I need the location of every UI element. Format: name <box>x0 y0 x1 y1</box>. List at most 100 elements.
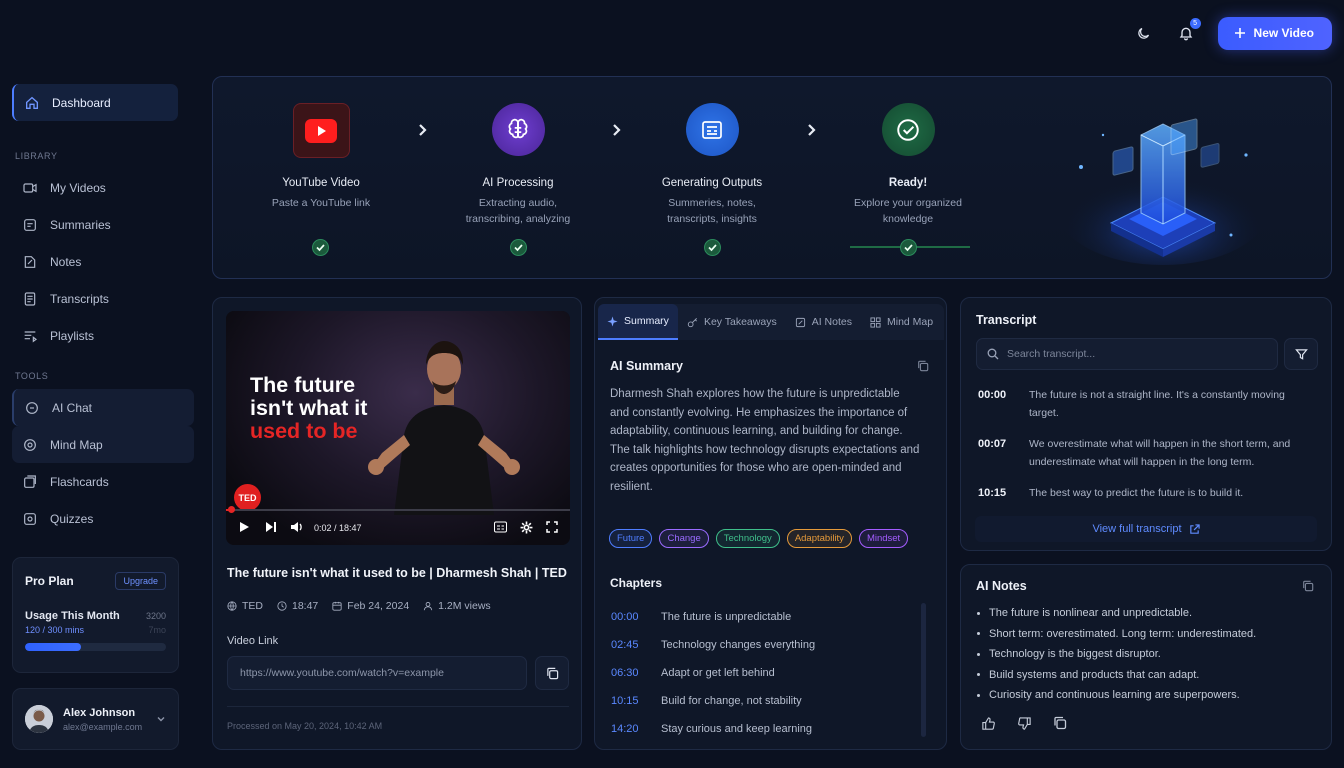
note-icon <box>795 317 805 327</box>
tab-label: Key Takeaways <box>703 316 777 328</box>
copy-link-button[interactable] <box>535 656 569 690</box>
chapter-time: 02:45 <box>611 639 639 651</box>
check-circle-icon <box>881 103 935 156</box>
sidebar-item-mind-map[interactable]: Mind Map <box>12 426 194 463</box>
sidebar-item-label: AI Chat <box>52 400 93 415</box>
summary-tabs: Summary Key Takeaways AI Notes Mind Map <box>598 304 944 340</box>
filter-button[interactable] <box>1284 338 1318 370</box>
sidebar-item-quizzes[interactable]: Quizzes <box>12 500 194 537</box>
sidebar-item-dashboard[interactable]: Dashboard <box>12 84 178 121</box>
plan-title: Pro Plan <box>25 574 74 588</box>
thumbs-down-icon[interactable] <box>1017 716 1032 731</box>
thumbs-up-icon[interactable] <box>981 716 996 731</box>
sidebar-item-flashcards[interactable]: Flashcards <box>12 463 194 500</box>
chevron-right-icon <box>613 124 621 136</box>
chapter-item[interactable]: 02:45 Technology changes everything <box>611 631 911 659</box>
sidebar-item-ai-chat[interactable]: AI Chat <box>12 389 194 426</box>
transcript-line[interactable]: 00:00 The future is not a straight line.… <box>978 387 1299 422</box>
chevron-right-icon <box>419 124 427 136</box>
sidebar-item-label: Notes <box>50 254 82 269</box>
meta-date: Feb 24, 2024 <box>332 600 409 612</box>
copy-icon <box>546 667 558 679</box>
step-title: AI Processing <box>482 177 554 189</box>
usage-right-value: 3200 <box>145 611 166 621</box>
copy-icon[interactable] <box>1302 580 1314 592</box>
chevron-down-icon <box>157 717 165 722</box>
sidebar-item-label: Flashcards <box>50 474 109 489</box>
step-desc: Explore your organized knowledge <box>854 197 962 225</box>
brain-icon <box>491 103 545 156</box>
transcript-line[interactable]: 00:07 We overestimate what will happen i… <box>978 436 1299 471</box>
chapter-item[interactable]: 06:30 Adapt or get left behind <box>611 659 911 687</box>
settings-gear-icon[interactable] <box>520 521 533 534</box>
ai-summary-heading: AI Summary <box>610 359 683 373</box>
sidebar-item-notes[interactable]: Notes <box>12 243 194 280</box>
video-player[interactable]: The future isn't what it used to be TED … <box>226 311 570 545</box>
video-title: The future isn't what it used to be | Dh… <box>227 566 567 580</box>
tag-technology[interactable]: Technology <box>715 529 780 548</box>
volume-icon[interactable] <box>290 521 304 533</box>
headline-line-3: used to be <box>250 419 358 443</box>
tab-mind-map[interactable]: Mind Map <box>861 304 942 340</box>
tab-summary[interactable]: Summary <box>598 304 678 340</box>
summary-icon <box>24 218 36 231</box>
transcript-time: 10:15 <box>978 487 1007 499</box>
chapter-item[interactable]: 00:00 The future is unpredictable <box>611 603 911 631</box>
ai-notes-panel: AI Notes The future is nonlinear and unp… <box>960 564 1332 750</box>
chapter-title: Technology changes everything <box>661 639 816 651</box>
video-controls: 0:02 / 18:47 <box>226 506 570 545</box>
usage-pace: 7mo <box>148 625 166 635</box>
sidebar-item-transcripts[interactable]: Transcripts <box>12 280 194 317</box>
search-icon <box>987 348 999 360</box>
step-title: Ready! <box>888 177 928 189</box>
seek-handle[interactable] <box>228 506 235 513</box>
captions-icon[interactable] <box>494 521 507 533</box>
play-icon[interactable] <box>238 521 250 533</box>
tab-key-takeaways[interactable]: Key Takeaways <box>678 304 786 340</box>
tab-ai-notes[interactable]: AI Notes <box>786 304 861 340</box>
check-icon <box>312 239 329 256</box>
views-icon <box>424 602 433 611</box>
tab-label: AI Notes <box>811 316 852 328</box>
chapter-time: 10:15 <box>611 695 639 707</box>
new-video-button[interactable]: New Video <box>1217 16 1332 50</box>
tag-mindset[interactable]: Mindset <box>858 529 909 548</box>
seek-bar[interactable] <box>226 506 570 513</box>
tag-adaptability[interactable]: Adaptability <box>786 529 852 548</box>
transcript-search-input[interactable]: Search transcript... <box>976 338 1278 370</box>
pro-plan-card: Pro Plan Upgrade Usage This Month 3200 1… <box>12 557 179 673</box>
channel-name: TED <box>242 600 263 612</box>
chapter-title: Build for change, not stability <box>661 695 802 707</box>
tag-change[interactable]: Change <box>659 529 709 548</box>
user-profile-card[interactable]: Alex Johnson alex@example.com <box>12 688 179 750</box>
sidebar-item-summaries[interactable]: Summaries <box>12 206 194 243</box>
upgrade-button[interactable]: Upgrade <box>115 572 166 590</box>
chapters-scrollbar[interactable] <box>921 603 926 737</box>
transcript-time: 00:00 <box>978 389 1007 401</box>
summary-panel: Summary Key Takeaways AI Notes Mind Map … <box>594 297 947 750</box>
step-generating-outputs: Generating Outputs Summeries, notes, tra… <box>627 103 797 227</box>
video-link-field[interactable]: https://www.youtube.com/watch?v=example <box>227 656 527 690</box>
tag-future[interactable]: Future <box>609 529 653 548</box>
plus-icon <box>1234 28 1245 38</box>
chapter-item[interactable]: 14:20 Stay curious and keep learning <box>611 715 911 743</box>
sidebar-item-playlists[interactable]: Playlists <box>12 317 194 354</box>
sidebar: Dashboard LIBRARY My Videos Summaries No… <box>12 84 194 537</box>
skip-next-icon[interactable] <box>265 521 277 533</box>
chapters-heading: Chapters <box>610 576 663 590</box>
globe-icon <box>227 601 237 611</box>
sidebar-item-my-videos[interactable]: My Videos <box>12 169 194 206</box>
chapter-item[interactable]: 10:15 Build for change, not stability <box>611 687 911 715</box>
transcript-line[interactable]: 10:15 The best way to predict the future… <box>978 485 1299 503</box>
step-desc: Summeries, notes, transcripts, insights <box>667 197 757 225</box>
meta-channel: TED <box>227 600 263 612</box>
sidebar-item-label: My Videos <box>50 180 106 195</box>
chapter-title: Stay curious and keep learning <box>661 723 813 735</box>
fullscreen-icon[interactable] <box>546 521 558 533</box>
copy-icon[interactable] <box>1053 716 1067 730</box>
quiz-icon <box>24 512 36 525</box>
moon-icon[interactable] <box>1134 23 1154 43</box>
notification-bell-icon[interactable]: 5 <box>1176 18 1201 43</box>
copy-icon[interactable] <box>917 360 929 372</box>
view-full-transcript-link[interactable]: View full transcript <box>975 516 1317 542</box>
